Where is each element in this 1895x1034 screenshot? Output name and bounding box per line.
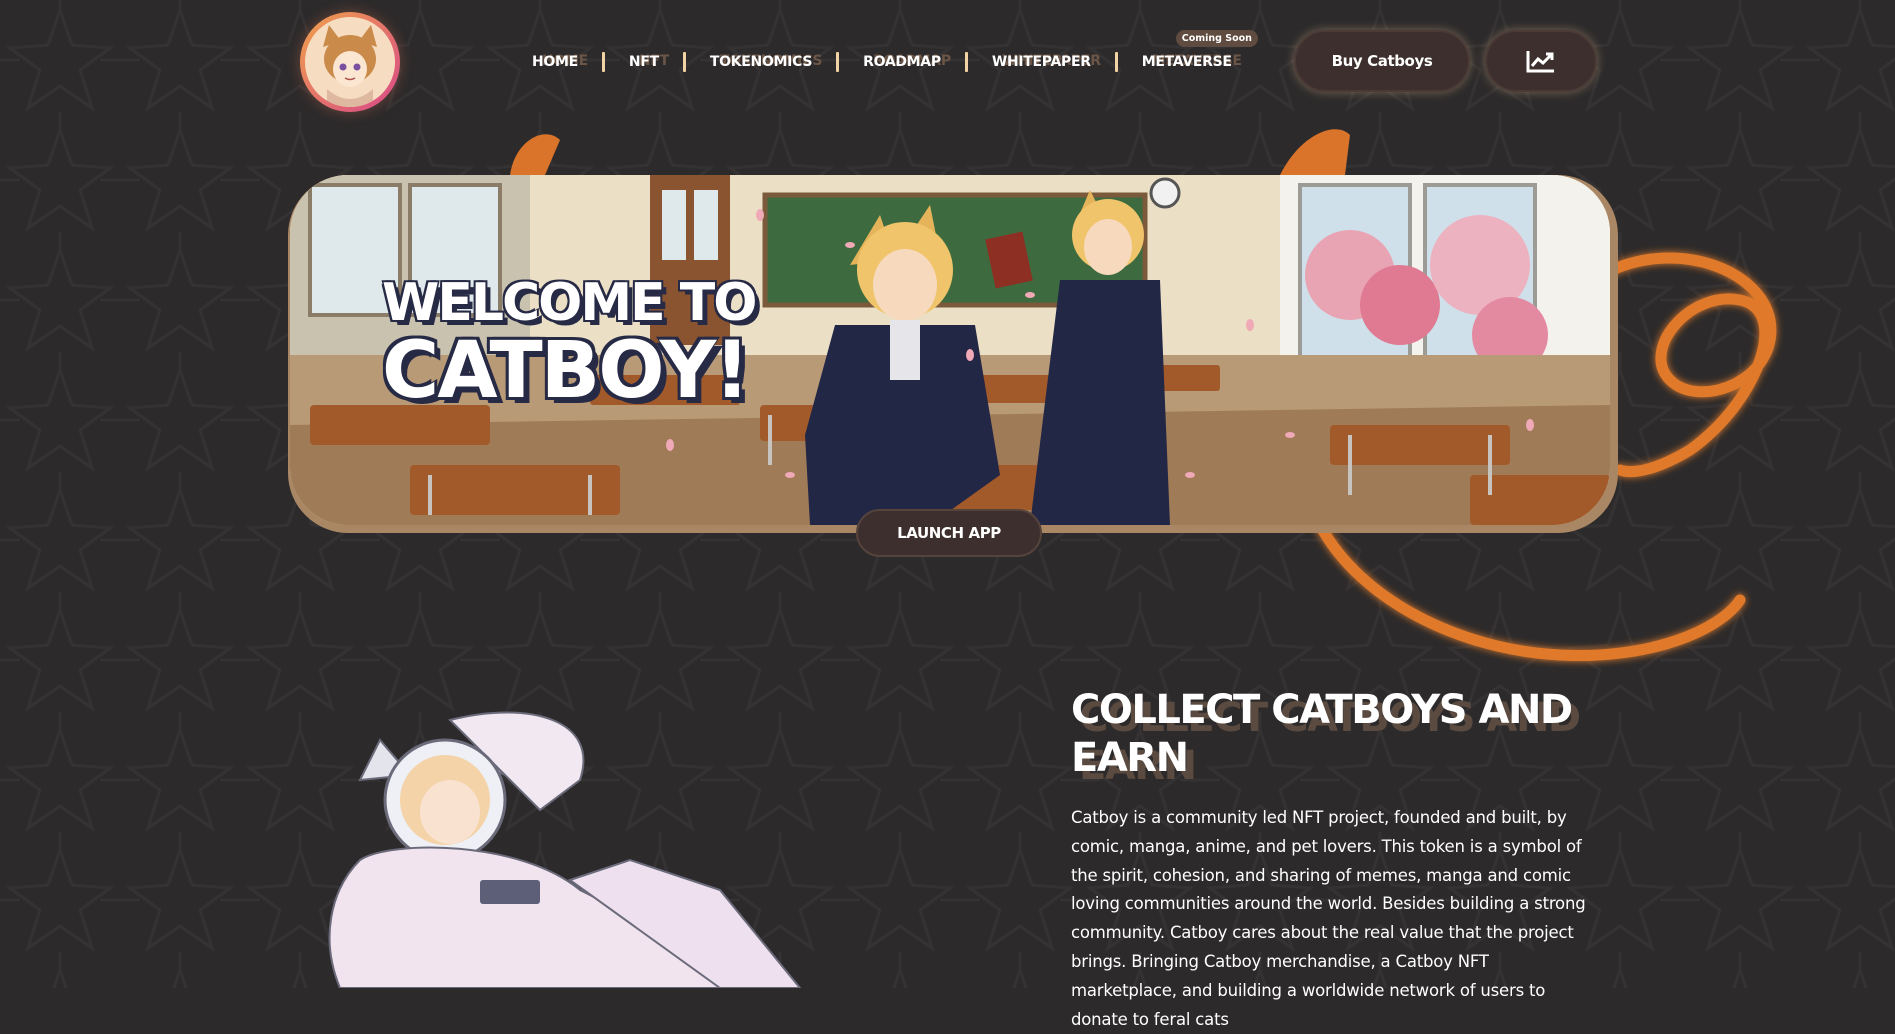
nav-item-nft[interactable]: NFT NFT: [629, 42, 669, 82]
nav-link-nft[interactable]: NFT: [629, 54, 659, 70]
catboy-logo[interactable]: [300, 12, 400, 112]
chart-button[interactable]: [1485, 30, 1597, 92]
about-paragraph: Catboy is a community led NFT project, f…: [1071, 808, 1586, 1029]
nav-item-whitepaper[interactable]: WHITEPAPER WHITEPAPER: [992, 42, 1101, 82]
launch-app-button[interactable]: LAUNCH APP: [856, 509, 1042, 557]
nav-link-home[interactable]: HOME: [532, 54, 578, 70]
catboy-avatar-icon: [305, 17, 395, 107]
nav-item-tokenomics[interactable]: TOKENOMICS TOKENOMICS: [710, 42, 823, 82]
buy-catboys-button[interactable]: Buy Catboys: [1294, 30, 1470, 92]
nav-link-tokenomics[interactable]: TOKENOMICS: [710, 54, 813, 70]
nav-item-roadmap[interactable]: ROADMAP ROADMAP: [863, 42, 951, 82]
nav-link-roadmap[interactable]: ROADMAP: [863, 54, 941, 70]
nav-separator: [964, 52, 968, 72]
collect-catboys-heading: COLLECT CATBOYS AND EARN: [1071, 687, 1573, 781]
nav-item-home[interactable]: HOME HOME: [532, 42, 588, 82]
hero-line-2: CATBOY!: [382, 326, 750, 416]
hero-line-1: WELCOME TO: [382, 273, 757, 333]
nav-separator: [682, 52, 686, 72]
astronaut-catboy-illustration: [328, 711, 802, 988]
nav-link-whitepaper[interactable]: WHITEPAPER: [992, 54, 1091, 70]
coming-soon-badge: Coming Soon: [1175, 30, 1258, 47]
hero-welcome-heading: WELCOME TO CATBOY!: [382, 273, 757, 416]
nav-separator: [601, 52, 605, 72]
nav-separator: [836, 52, 840, 72]
nav-separator: [1114, 52, 1118, 72]
nav-link-metaverse[interactable]: METAVERSE: [1142, 54, 1232, 70]
nav-item-metaverse[interactable]: Coming Soon METAVERSE METAVERSE: [1142, 30, 1258, 82]
main-nav: HOME HOME NFT NFT TOKENOMICS TOKENOMICS …: [532, 30, 1258, 84]
chart-trend-icon: [1526, 51, 1554, 73]
